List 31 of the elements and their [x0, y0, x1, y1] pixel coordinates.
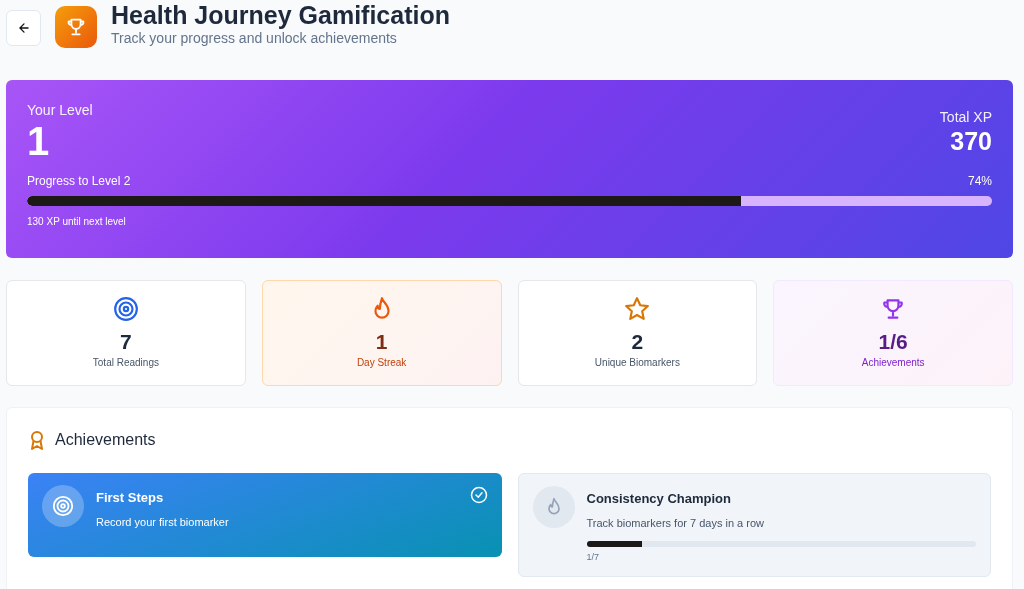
- achievement-name: First Steps: [96, 490, 165, 505]
- stat-label: Unique Biomarkers: [594, 357, 680, 368]
- stat-label: Achievements: [861, 357, 925, 368]
- star-icon: [624, 296, 651, 322]
- xp-remaining: 130 XP until next level: [27, 216, 127, 227]
- back-arrow-icon: [16, 21, 31, 35]
- check-circle-icon: [469, 486, 488, 504]
- award-icon: [28, 430, 46, 450]
- achievement-description: Record your first biomarker: [96, 516, 230, 528]
- progress-percent: 74%: [967, 174, 992, 188]
- progress-label: Progress to Level 2: [27, 174, 131, 188]
- stat-label: Day Streak: [356, 357, 407, 368]
- page-subtitle: Track your progress and unlock achievements: [111, 30, 398, 46]
- page-title: Health Journey Gamification: [111, 0, 450, 30]
- target-icon: [112, 296, 139, 322]
- trophy-logo-icon: [55, 6, 97, 48]
- stat-value: 1/6: [878, 330, 908, 354]
- stat-value: 7: [120, 330, 132, 354]
- level-value: 1: [27, 118, 51, 164]
- achievements-title: Achievements: [55, 431, 156, 449]
- stat-label: Total Readings: [92, 357, 159, 368]
- achievement-progress-text: 1/7: [586, 552, 600, 562]
- achievement-description: Track biomarkers for 7 days in a row: [586, 517, 765, 529]
- achievement-name: Consistency Champion: [586, 491, 732, 506]
- back-button[interactable]: [6, 10, 41, 46]
- xp-value: 370: [949, 126, 992, 157]
- level-label: Your Level: [27, 102, 93, 118]
- xp-label: Total XP: [939, 109, 992, 125]
- target-icon: [52, 495, 74, 517]
- stat-value: 2: [631, 330, 644, 354]
- stat-value: 1: [375, 330, 388, 354]
